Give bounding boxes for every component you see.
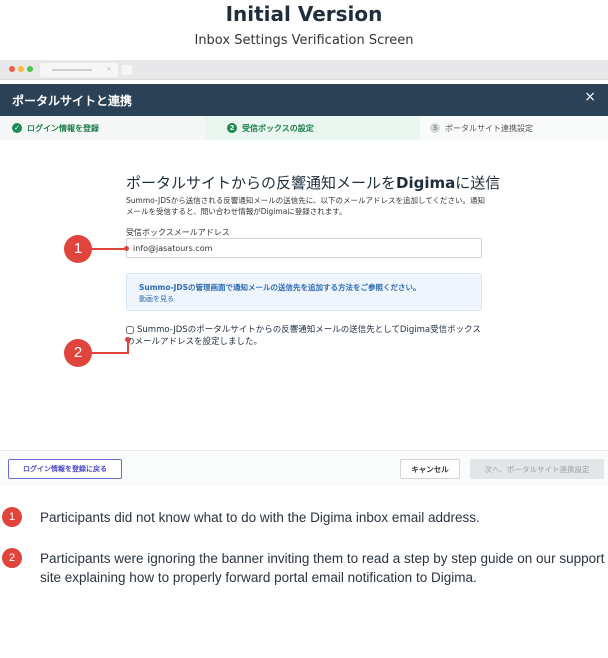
- new-tab-button[interactable]: [122, 65, 132, 75]
- step-label: 受信ボックスの設定: [242, 123, 314, 133]
- note-1: Participants did not know what to do wit…: [40, 510, 480, 525]
- step-label: ポータルサイト連携設定: [445, 123, 533, 133]
- annotation-dot-1: [124, 246, 129, 251]
- confirm-checkbox[interactable]: [126, 325, 134, 334]
- browser-chrome: ×: [0, 60, 608, 80]
- heading-suffix: に送信: [455, 174, 501, 192]
- banner-text: Summo-JDSの管理画面で通知メールの送信先を追加する方法をご参照ください。: [139, 283, 421, 292]
- description: Summo-JDSから送信される反響通知メールの送信先に、以下のメールアドレスを…: [126, 196, 486, 216]
- page-title: Initial Version: [225, 2, 383, 26]
- field-label: 受信ボックスメールアドレス: [126, 228, 230, 237]
- heading-text: ポータルサイトからの反響通知メールを: [126, 174, 397, 192]
- confirm-label[interactable]: Summo-JDSのポータルサイトからの反響通知メールの送信先としてDigima…: [126, 325, 481, 347]
- heading-brand: Digima: [396, 174, 456, 192]
- annotation-line-2: [92, 352, 128, 354]
- minimize-window-dot[interactable]: [18, 66, 24, 72]
- main-heading: ポータルサイトからの反響通知メールをDigimaに送信: [126, 172, 500, 193]
- annotation-line-1: [92, 248, 126, 250]
- step-number: 3: [430, 123, 440, 133]
- info-banner: Summo-JDSの管理画面で通知メールの送信先を追加する方法をご参照ください。…: [126, 273, 482, 311]
- step-portal: 3 ポータルサイト連携設定: [420, 116, 608, 140]
- note-2: Participants were ignoring the banner in…: [40, 551, 605, 585]
- modal-header: ポータルサイトと連携 ×: [0, 84, 608, 116]
- annotation-line-2-vertical: [127, 340, 129, 354]
- step-inbox: 2 受信ボックスの設定: [205, 116, 420, 140]
- close-window-dot[interactable]: [9, 66, 15, 72]
- cancel-button[interactable]: キャンセル: [400, 459, 460, 479]
- browser-tab[interactable]: ×: [40, 63, 118, 77]
- next-button[interactable]: 次へ、ポータルサイト連携設定: [470, 459, 604, 479]
- tab-title-placeholder: [52, 69, 92, 71]
- annotation-dot-2: [125, 337, 130, 342]
- maximize-window-dot[interactable]: [27, 66, 33, 72]
- confirm-row: Summo-JDSのポータルサイトからの反響通知メールの送信先としてDigima…: [126, 324, 486, 348]
- annotation-marker-1: 1: [64, 235, 92, 263]
- annotation-marker-2: 2: [64, 339, 92, 367]
- check-icon: ✓: [12, 123, 22, 133]
- page-subtitle: Inbox Settings Verification Screen: [194, 33, 414, 48]
- inbox-email-input[interactable]: [126, 238, 482, 258]
- modal-footer: ログイン情報を登録に戻る キャンセル 次へ、ポータルサイト連携設定: [0, 450, 608, 486]
- step-indicator: ✓ ログイン情報を登録 2 受信ボックスの設定 3 ポータルサイト連携設定: [0, 116, 608, 140]
- tab-close-icon[interactable]: ×: [106, 65, 112, 73]
- watch-video-link[interactable]: 動画を見る: [139, 294, 174, 304]
- step-label: ログイン情報を登録: [27, 123, 99, 133]
- step-number: 2: [227, 123, 237, 133]
- step-login: ✓ ログイン情報を登録: [0, 116, 205, 140]
- note-badge-1: 1: [2, 507, 22, 527]
- close-icon[interactable]: ×: [584, 89, 596, 105]
- modal-title: ポータルサイトと連携: [12, 94, 133, 108]
- note-badge-2: 2: [2, 548, 22, 568]
- back-button[interactable]: ログイン情報を登録に戻る: [8, 459, 122, 479]
